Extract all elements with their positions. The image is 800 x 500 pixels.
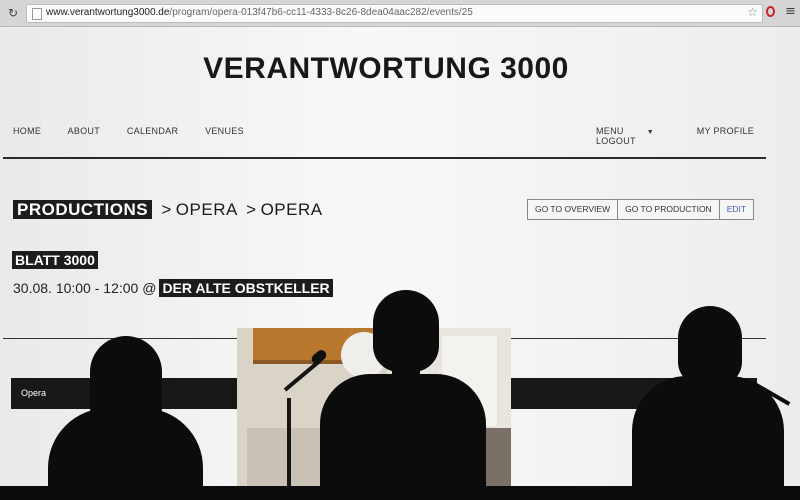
performer-right-body <box>632 376 784 500</box>
nav-logout[interactable]: LOGOUT <box>596 136 636 146</box>
site-title: VERANTWORTUNG 3000 <box>203 52 569 85</box>
edit-button[interactable]: EDIT <box>720 200 753 219</box>
nav-menu-label: MENU <box>596 126 624 136</box>
caret-down-icon: ▼ <box>646 129 654 136</box>
performer-right-head <box>678 306 742 386</box>
event-actions: GO TO OVERVIEW GO TO PRODUCTION EDIT <box>527 199 755 220</box>
breadcrumb-separator: > <box>161 200 172 219</box>
breadcrumb-separator: > <box>246 200 257 219</box>
opera-icon[interactable] <box>766 6 775 17</box>
go-to-production-button[interactable]: GO TO PRODUCTION <box>618 200 720 219</box>
breadcrumb-opera-1[interactable]: OPERA <box>176 200 237 219</box>
event-title: BLATT 3000 <box>12 251 98 269</box>
nav-venues[interactable]: VENUES <box>205 126 244 136</box>
page-icon <box>32 8 42 20</box>
nav-about[interactable]: ABOUT <box>68 126 101 136</box>
url-path: /program/opera-013f47b6-cc11-4333-8c26-8… <box>169 7 473 18</box>
nav-my-profile[interactable]: MY PROFILE <box>697 126 754 136</box>
browser-toolbar: ↻ www.verantwortung3000.de/program/opera… <box>0 0 800 27</box>
url-text: www.verantwortung3000.de/program/opera-0… <box>46 7 473 18</box>
reload-icon[interactable]: ↻ <box>8 6 18 20</box>
event-datetime-line: 30.08. 10:00 - 12:00 @ DER ALTE OBSTKELLE… <box>13 279 333 297</box>
event-datetime: 30.08. 10:00 - 12:00 @ <box>13 280 157 296</box>
nav-home[interactable]: HOME <box>13 126 41 136</box>
menu-icon[interactable]: ≡ <box>785 4 796 19</box>
section-label: Opera <box>21 388 47 398</box>
star-icon[interactable]: ☆ <box>747 5 758 19</box>
main-nav: HOME ABOUT CALENDAR VENUES <box>13 126 268 136</box>
performer-center-body <box>320 374 486 500</box>
mic-stand <box>287 398 291 490</box>
nav-calendar[interactable]: CALENDAR <box>127 126 178 136</box>
nav-menu[interactable]: MENU ▼ <box>596 126 674 136</box>
header-divider <box>3 157 766 159</box>
address-bar[interactable]: www.verantwortung3000.de/program/opera-0… <box>26 4 763 23</box>
user-nav: MENU ▼ MY PROFILE LOGOUT <box>596 126 800 146</box>
breadcrumb-productions[interactable]: PRODUCTIONS <box>13 200 153 219</box>
url-domain: www.verantwortung3000.de <box>46 7 170 18</box>
stage-floor <box>0 486 800 500</box>
go-to-overview-button[interactable]: GO TO OVERVIEW <box>528 200 619 219</box>
event-venue-link[interactable]: DER ALTE OBSTKELLER <box>159 279 333 297</box>
breadcrumb-opera-2: OPERA <box>260 200 323 219</box>
performer-center-head <box>373 290 439 372</box>
breadcrumb: PRODUCTIONS > OPERA > OPERA <box>13 200 323 220</box>
